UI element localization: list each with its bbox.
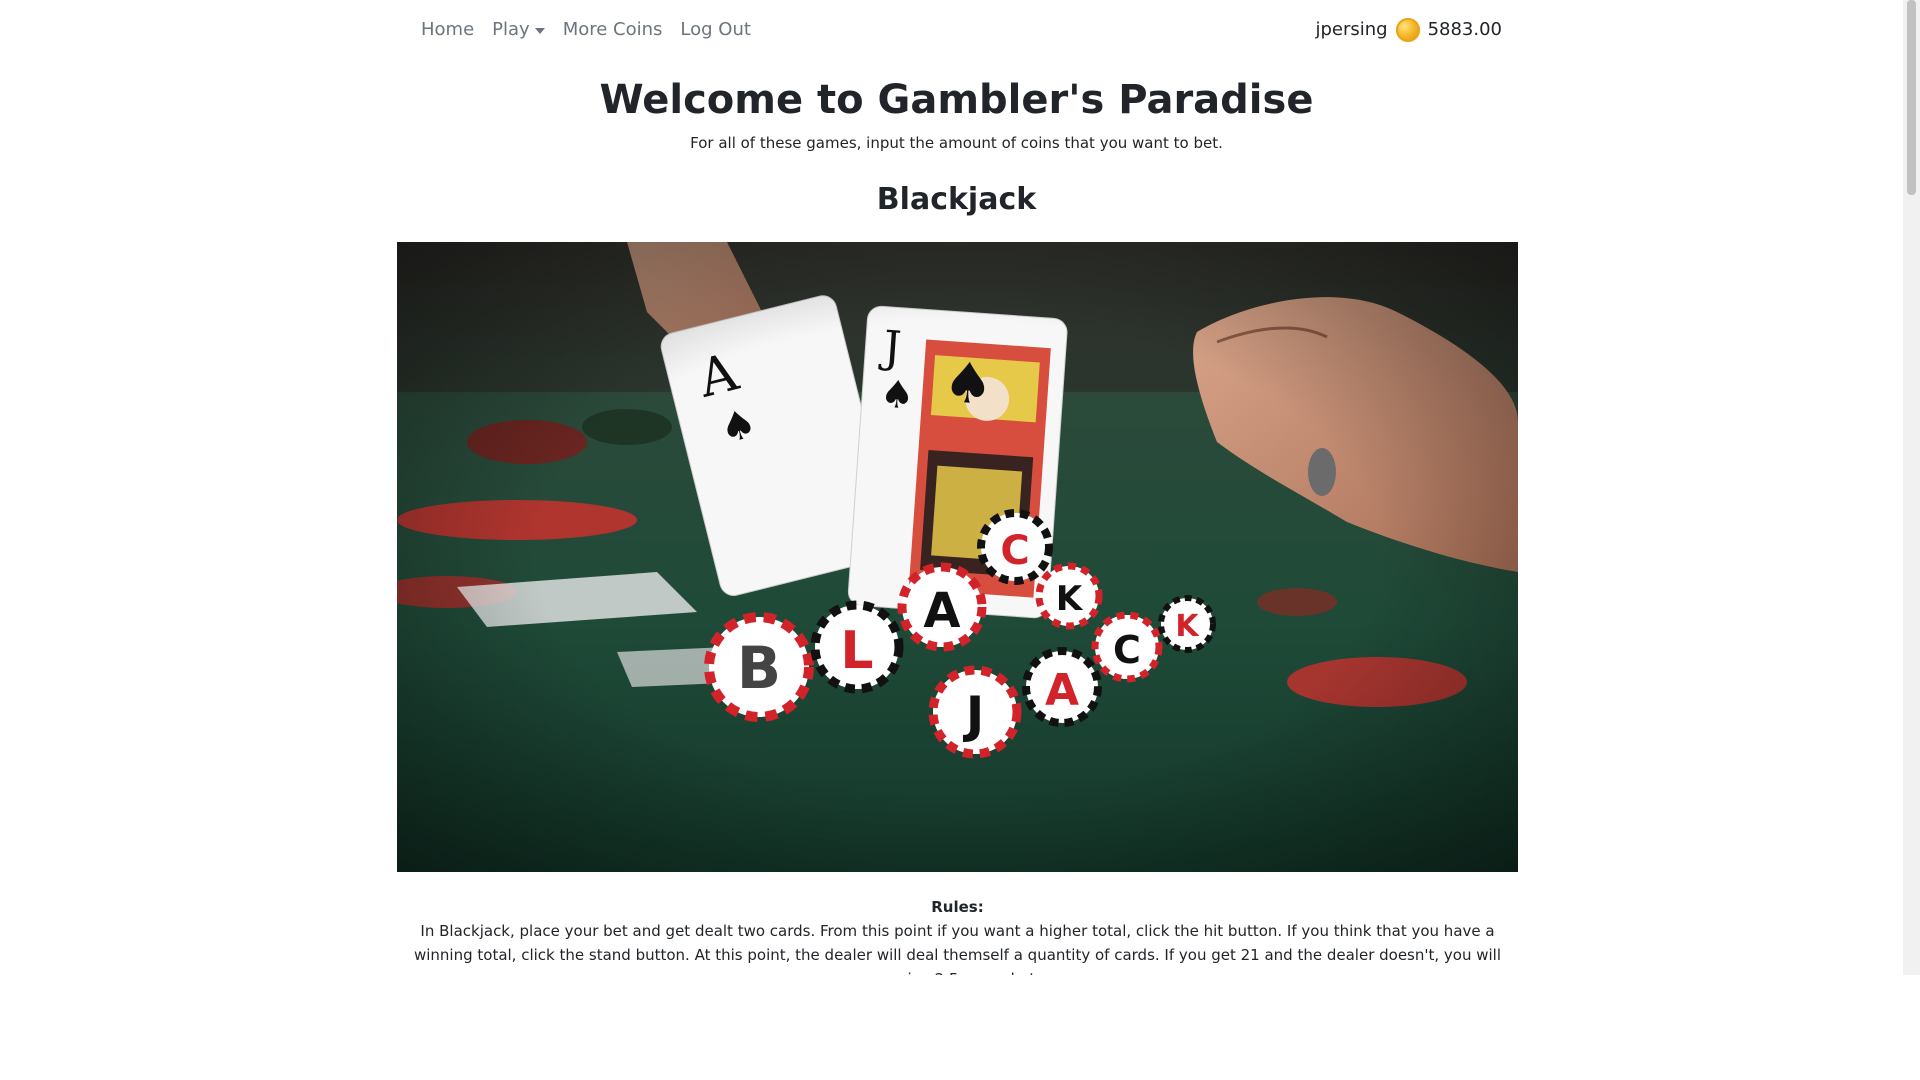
page-title: Welcome to Gambler's Paradise (599, 77, 1314, 123)
nav-play-label: Play (492, 19, 530, 40)
nav-more-coins-link[interactable]: More Coins (563, 18, 663, 42)
nav-home-link[interactable]: Home (421, 18, 474, 42)
page-subtitle: For all of these games, input the amount… (690, 134, 1223, 152)
rules-text: In Blackjack, place your bet and get dea… (413, 922, 1502, 975)
blackjack-hero-image[interactable]: A ♠ J ♠ ♠ B L (397, 242, 1518, 872)
username: jpersing (1315, 19, 1388, 40)
nav-log-out-link[interactable]: Log Out (680, 18, 751, 42)
game-title: Blackjack (876, 182, 1037, 217)
user-balance: jpersing 5883.00 (1315, 18, 1502, 42)
nav-play-dropdown[interactable]: Play (492, 18, 545, 42)
chevron-down-icon (534, 28, 545, 34)
navbar: Home Play More Coins Log Out jpersing 58… (0, 0, 1920, 60)
blackjack-illustration: A ♠ J ♠ ♠ B L (397, 242, 1518, 872)
rules-section: Rules: In Blackjack, place your bet and … (397, 895, 1518, 975)
scrollbar-thumb[interactable] (1907, 0, 1916, 195)
nav-links: Home Play More Coins Log Out (421, 18, 769, 42)
page-scrollbar[interactable] (1903, 0, 1920, 975)
rules-heading: Rules: (931, 898, 984, 916)
coin-balance: 5883.00 (1427, 19, 1502, 40)
coin-icon (1395, 18, 1420, 42)
